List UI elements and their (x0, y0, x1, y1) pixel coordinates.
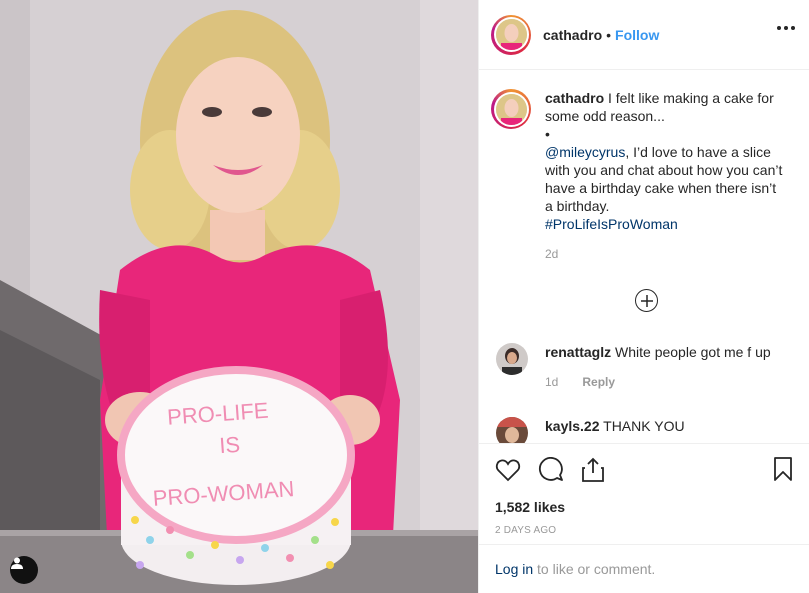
plus-circle-icon[interactable] (635, 289, 658, 312)
share-icon[interactable] (581, 457, 605, 483)
caption-avatar[interactable] (491, 89, 531, 129)
comment-item: renattaglz White people got me f up 1d R… (496, 343, 796, 391)
reply-button[interactable]: Reply (582, 373, 615, 391)
ellipsis-icon[interactable] (777, 26, 795, 30)
post-date: 2 DAYS AGO (495, 525, 557, 536)
login-prompt: Log in to like or comment. (479, 544, 809, 593)
comment-username[interactable]: kayls.22 (545, 418, 600, 434)
post-photo[interactable]: PRO-LIFE IS PRO-WOMAN (0, 0, 478, 593)
bookmark-icon[interactable] (773, 456, 793, 487)
comments-section: cathadro I felt like making a cake for s… (479, 71, 809, 443)
header-separator: • (606, 26, 612, 43)
commenter-avatar[interactable] (496, 417, 528, 443)
caption-body: cathadro I felt like making a cake for s… (545, 89, 785, 263)
login-text: to like or comment. (533, 561, 656, 577)
heart-icon[interactable] (495, 458, 521, 482)
comment-time: 1d (545, 375, 559, 389)
follow-button[interactable]: Follow (615, 27, 659, 43)
caption-bullet: • (545, 126, 550, 142)
photo-illustration: PRO-LIFE IS PRO-WOMAN (0, 0, 478, 593)
commenter-avatar[interactable] (496, 343, 528, 375)
hashtag-link[interactable]: #ProLifeIsProWoman (545, 215, 785, 233)
action-bar: 1,582 likes 2 DAYS AGO (479, 443, 809, 536)
user-tag-icon[interactable] (10, 556, 38, 584)
likes-count[interactable]: 1,582 likes (495, 499, 793, 515)
post-panel: cathadro • Follow cathadro I felt like m… (478, 0, 809, 593)
comment-text: White people got me f up (615, 344, 771, 360)
mention-link[interactable]: @mileycyrus (545, 144, 625, 160)
header-username[interactable]: cathadro (543, 27, 602, 43)
caption-username[interactable]: cathadro (545, 90, 604, 106)
svg-text:IS: IS (218, 432, 240, 458)
comment-text: THANK YOU (603, 418, 685, 434)
comment-icon[interactable] (538, 457, 564, 483)
post-header: cathadro • Follow (479, 0, 809, 70)
comment-item: kayls.22 THANK YOU (496, 417, 796, 443)
profile-avatar[interactable] (491, 14, 531, 55)
login-link[interactable]: Log in (495, 561, 533, 577)
comment-username[interactable]: renattaglz (545, 344, 611, 360)
caption-time: 2d (545, 247, 559, 261)
caption: cathadro I felt like making a cake for s… (479, 71, 809, 263)
